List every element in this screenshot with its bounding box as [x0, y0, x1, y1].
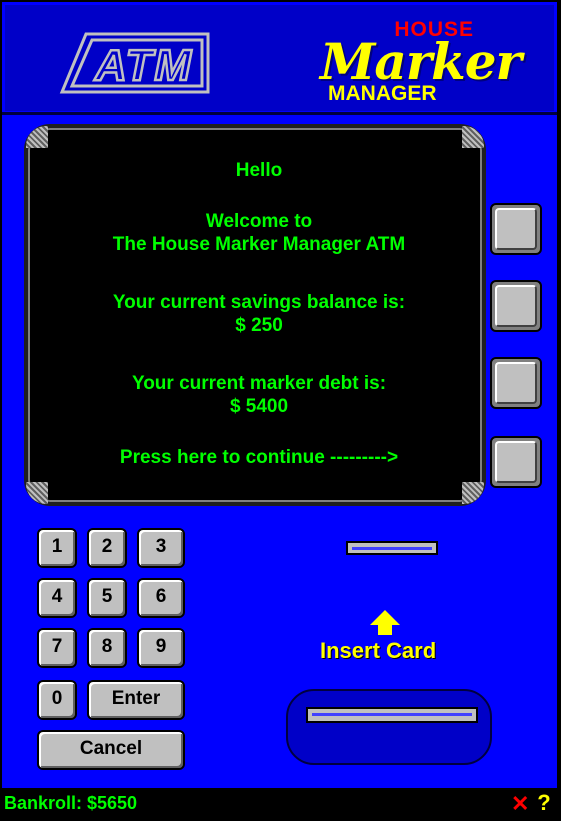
key-4[interactable]: 4: [37, 578, 77, 618]
key-2[interactable]: 2: [87, 528, 127, 568]
house-marker-manager-logo: HOUSE Marker MANAGER: [320, 18, 522, 110]
key-0[interactable]: 0: [37, 680, 77, 720]
card-slot[interactable]: [306, 707, 478, 723]
side-button-face: [495, 441, 537, 483]
card-reader[interactable]: [286, 689, 492, 765]
debt-label: Your current marker debt is:: [131, 373, 387, 394]
savings-value: $ 250: [235, 315, 283, 336]
logo-manager-text: MANAGER: [328, 82, 437, 105]
screen-welcome-line1: Welcome to: [205, 211, 313, 232]
arrow-up-icon-stem: [378, 625, 392, 635]
key-7[interactable]: 7: [37, 628, 77, 668]
side-button-4[interactable]: [490, 436, 542, 488]
card-slot-line: [312, 713, 472, 716]
help-icon[interactable]: ?: [533, 791, 555, 815]
cancel-button[interactable]: Cancel: [37, 730, 185, 770]
receipt-slot: [346, 541, 438, 555]
key-8[interactable]: 8: [87, 628, 127, 668]
atm-logo: ATM: [58, 30, 218, 96]
header-divider: [2, 112, 557, 115]
bankroll-status: Bankroll: $5650: [4, 793, 138, 813]
continue-link[interactable]: Press here to continue --------->: [28, 446, 490, 469]
enter-button[interactable]: Enter: [87, 680, 185, 720]
side-button-2[interactable]: [490, 280, 542, 332]
debt-value: $ 5400: [229, 396, 289, 417]
key-9[interactable]: 9: [137, 628, 185, 668]
key-3[interactable]: 3: [137, 528, 185, 568]
screen-welcome-line2: The House Marker Manager ATM: [112, 234, 406, 255]
atm-window: ATM HOUSE Marker MANAGER Hello Welcome t…: [0, 0, 561, 821]
atm-screen: Hello Welcome to The House Marker Manage…: [24, 124, 486, 506]
screen-greeting: Hello: [235, 160, 283, 181]
side-button-face: [495, 208, 537, 250]
key-6[interactable]: 6: [137, 578, 185, 618]
insert-card-label: Insert Card: [320, 638, 437, 663]
savings-label: Your current savings balance is:: [112, 292, 406, 313]
receipt-slot-line: [352, 547, 432, 550]
side-button-face: [495, 285, 537, 327]
side-button-face: [495, 362, 537, 404]
key-5[interactable]: 5: [87, 578, 127, 618]
side-button-1[interactable]: [490, 203, 542, 255]
close-icon[interactable]: ✕: [511, 793, 529, 815]
arrow-up-icon: [370, 610, 400, 625]
side-button-3[interactable]: [490, 357, 542, 409]
atm-logo-text: ATM: [94, 41, 193, 90]
key-1[interactable]: 1: [37, 528, 77, 568]
